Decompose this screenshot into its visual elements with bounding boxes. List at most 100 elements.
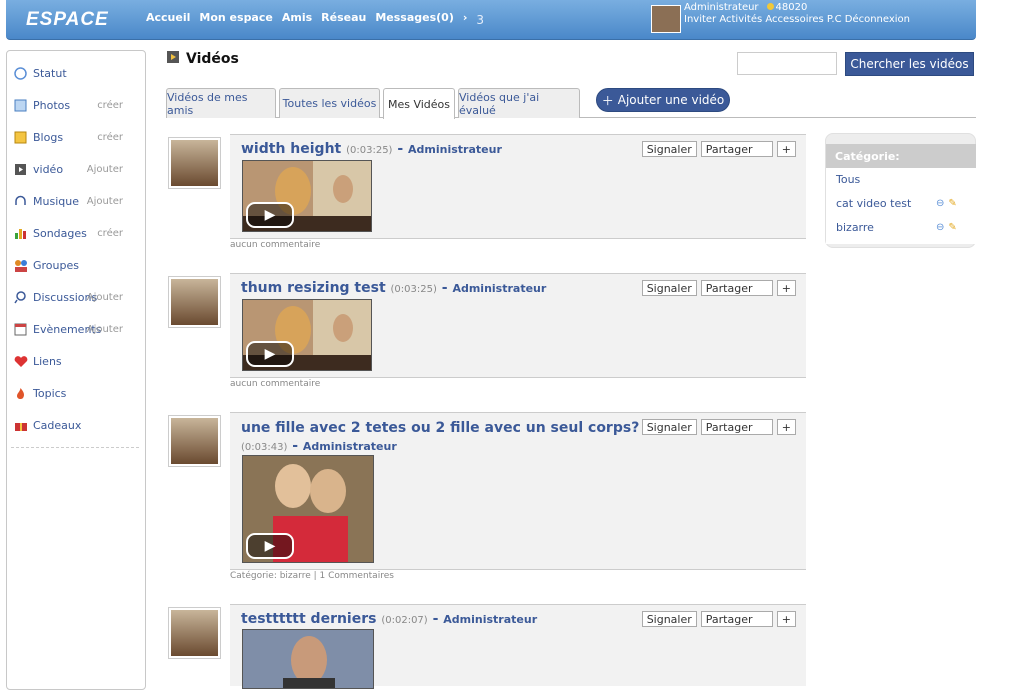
- video-title[interactable]: une fille avec 2 tetes ou 2 fille avec u…: [241, 420, 639, 436]
- play-icon[interactable]: ▶: [246, 202, 294, 228]
- sidebar-item-groupes[interactable]: Groupes: [7, 255, 145, 275]
- sidebar-item-label: Blogs: [33, 130, 64, 144]
- separator: -: [287, 438, 303, 454]
- video-author[interactable]: Administrateur: [452, 282, 546, 295]
- plus-button[interactable]: +: [776, 611, 796, 627]
- user-info: Administrateur 48020 Inviter Activités Ac…: [684, 2, 910, 26]
- video-title[interactable]: width height: [241, 141, 341, 157]
- plus-button[interactable]: +: [776, 141, 796, 157]
- blogs-icon: [13, 130, 28, 145]
- user-links[interactable]: Inviter Activités Accessoires P.C Déconn…: [684, 14, 910, 26]
- sidebar: Statut Photos créer Blogs créer vidéo Aj…: [6, 50, 146, 690]
- search-button[interactable]: Chercher les vidéos: [845, 52, 974, 76]
- share-button[interactable]: Partager: [700, 611, 773, 627]
- sidebar-item-video[interactable]: vidéo Ajouter: [7, 159, 145, 179]
- user-name[interactable]: Administrateur: [684, 2, 759, 13]
- sidebar-item-action[interactable]: Ajouter: [87, 196, 123, 207]
- sidebar-item-cadeaux[interactable]: Cadeaux: [7, 415, 145, 435]
- sidebar-divider: [11, 447, 139, 448]
- nav-amis[interactable]: Amis: [282, 11, 312, 25]
- sidebar-item-action[interactable]: créer: [97, 100, 123, 111]
- add-video-button[interactable]: ＋ Ajouter une vidéo: [596, 88, 730, 112]
- sidebar-item-action[interactable]: créer: [97, 132, 123, 143]
- logo[interactable]: ESPACE: [26, 9, 109, 31]
- tab-toutes-videos[interactable]: Toutes les vidéos: [279, 88, 380, 118]
- remove-icon[interactable]: ⊖: [936, 222, 944, 233]
- video-title-line: testttttt derniers (0:02:07) - Administr…: [241, 611, 537, 627]
- video-card: width height (0:03:25) - Administrateur …: [230, 134, 806, 239]
- avatar[interactable]: [168, 607, 221, 659]
- video-actions: Signaler Partager +: [641, 141, 796, 157]
- avatar[interactable]: [168, 415, 221, 467]
- edit-pencil-icon[interactable]: ✎: [948, 222, 956, 233]
- video-actions: Signaler Partager +: [641, 419, 796, 435]
- tab-videos-evalue[interactable]: Vidéos que j'ai évalué: [458, 88, 580, 118]
- sidebar-item-topics[interactable]: Topics: [7, 383, 145, 403]
- video-author[interactable]: Administrateur: [408, 143, 502, 156]
- video-thumbnail[interactable]: ▶: [242, 299, 372, 371]
- sidebar-item-discussions[interactable]: Discussions Ajouter: [7, 287, 145, 307]
- share-button[interactable]: Partager: [700, 419, 773, 435]
- video-thumbnail[interactable]: ▶: [242, 160, 372, 232]
- video-thumbnail[interactable]: [242, 629, 374, 689]
- video-title[interactable]: thum resizing test: [241, 280, 386, 296]
- plus-button[interactable]: +: [776, 419, 796, 435]
- remove-icon[interactable]: ⊖: [936, 198, 944, 209]
- category-item-tous[interactable]: Tous: [836, 173, 860, 186]
- video-title[interactable]: testttttt derniers: [241, 611, 376, 627]
- video-footer: aucun commentaire: [230, 379, 321, 389]
- sidebar-item-label: Statut: [33, 66, 67, 80]
- nav-messages[interactable]: Messages(0): [375, 11, 454, 25]
- tab-videos-amis[interactable]: Vidéos de mes amis: [166, 88, 276, 118]
- nav-reseau[interactable]: Réseau: [321, 11, 366, 25]
- sidebar-item-statut[interactable]: Statut: [7, 63, 145, 83]
- sidebar-item-action[interactable]: Ajouter: [87, 164, 123, 175]
- play-icon[interactable]: ▶: [246, 341, 294, 367]
- nav-accueil[interactable]: Accueil: [146, 11, 190, 25]
- play-icon[interactable]: ▶: [246, 533, 294, 559]
- nav-arrow-icon[interactable]: ›: [463, 11, 468, 25]
- sidebar-item-photos[interactable]: Photos créer: [7, 95, 145, 115]
- gifts-icon: [13, 418, 28, 433]
- user-avatar[interactable]: [651, 5, 681, 33]
- report-button[interactable]: Signaler: [641, 419, 697, 435]
- edit-pencil-icon[interactable]: ✎: [948, 198, 956, 209]
- sidebar-item-musique[interactable]: Musique Ajouter: [7, 191, 145, 211]
- category-item-bizarre[interactable]: bizarre: [836, 221, 874, 234]
- video-duration: (0:03:25): [390, 284, 437, 295]
- category-actions: ⊖ ✎: [936, 198, 957, 209]
- avatar[interactable]: [168, 276, 221, 328]
- video-icon: [13, 162, 28, 177]
- report-button[interactable]: Signaler: [641, 141, 697, 157]
- category-actions: ⊖ ✎: [936, 222, 957, 233]
- video-author[interactable]: Administrateur: [303, 440, 397, 453]
- video-title-line: une fille avec 2 tetes ou 2 fille avec u…: [241, 419, 671, 457]
- avatar[interactable]: [168, 137, 221, 189]
- polls-icon: [13, 226, 28, 241]
- sidebar-item-label: Topics: [33, 386, 67, 400]
- plus-button[interactable]: +: [776, 280, 796, 296]
- photos-icon: [13, 98, 28, 113]
- sidebar-item-action[interactable]: Ajouter: [87, 292, 123, 303]
- nav-mon-espace[interactable]: Mon espace: [199, 11, 272, 25]
- sidebar-item-sondages[interactable]: Sondages créer: [7, 223, 145, 243]
- plus-icon: ＋: [601, 93, 614, 108]
- report-button[interactable]: Signaler: [641, 280, 697, 296]
- tab-mes-videos[interactable]: Mes Vidéos: [383, 88, 455, 119]
- sidebar-item-evenements[interactable]: Evènements Ajouter: [7, 319, 145, 339]
- sidebar-item-action[interactable]: Ajouter: [87, 324, 123, 335]
- video-title-line: width height (0:03:25) - Administrateur: [241, 141, 502, 157]
- links-icon: [13, 354, 28, 369]
- video-thumbnail[interactable]: ▶: [242, 455, 374, 563]
- report-button[interactable]: Signaler: [641, 611, 697, 627]
- video-duration: (0:03:43): [241, 442, 288, 453]
- share-button[interactable]: Partager: [700, 141, 773, 157]
- sidebar-item-label: Liens: [33, 354, 62, 368]
- sidebar-item-action[interactable]: créer: [97, 228, 123, 239]
- category-item-cat-video-test[interactable]: cat video test: [836, 197, 911, 210]
- sidebar-item-blogs[interactable]: Blogs créer: [7, 127, 145, 147]
- video-author[interactable]: Administrateur: [443, 613, 537, 626]
- search-input[interactable]: [737, 52, 837, 75]
- share-button[interactable]: Partager: [700, 280, 773, 296]
- sidebar-item-liens[interactable]: Liens: [7, 351, 145, 371]
